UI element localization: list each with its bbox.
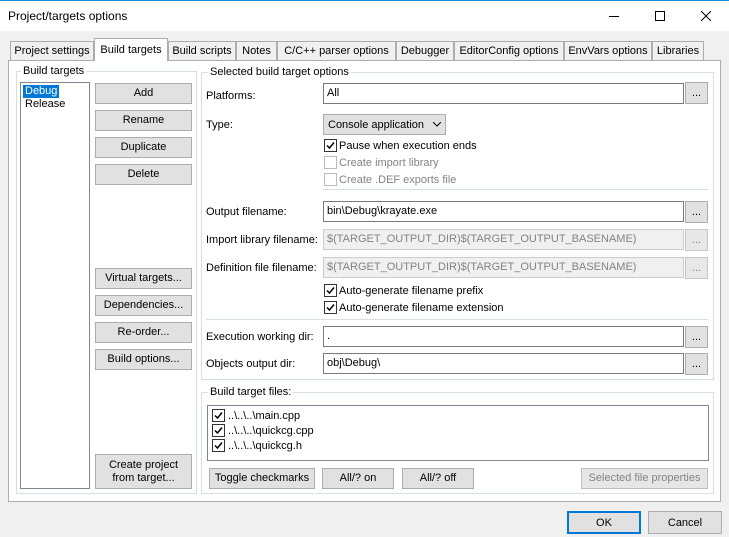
tab-debugger[interactable]: Debugger <box>396 41 454 60</box>
import-library-field[interactable]: $(TARGET_OUTPUT_DIR)$(TARGET_OUTPUT_BASE… <box>323 229 684 250</box>
file-checkbox[interactable] <box>212 439 225 452</box>
build-target-files-list[interactable]: ..\..\..\main.cpp ..\..\..\quickcg.cpp .… <box>207 405 709 461</box>
auto-extension-label: Auto-generate filename extension <box>339 302 504 314</box>
ok-button[interactable]: OK <box>567 511 641 534</box>
checkmark-icon <box>326 287 335 295</box>
definition-file-field[interactable]: $(TARGET_OUTPUT_DIR)$(TARGET_OUTPUT_BASE… <box>323 257 684 278</box>
chevron-down-icon <box>433 122 441 127</box>
delete-target-button[interactable]: Delete <box>95 164 192 185</box>
objects-dir-field[interactable]: obj\Debug\ <box>323 353 684 374</box>
pause-label: Pause when execution ends <box>339 140 477 152</box>
file-checkbox[interactable] <box>212 424 225 437</box>
type-label: Type: <box>206 119 233 131</box>
checkmark-icon <box>326 304 335 312</box>
auto-prefix-checkbox[interactable] <box>324 284 337 297</box>
tab-notes[interactable]: Notes <box>236 41 277 60</box>
auto-prefix-label: Auto-generate filename prefix <box>339 285 484 297</box>
maximize-icon <box>655 10 665 21</box>
file-checkbox[interactable] <box>212 409 225 422</box>
checkmark-icon <box>214 427 223 435</box>
target-options-group-label: Selected build target options <box>208 66 351 78</box>
create-import-library-checkbox[interactable] <box>324 156 337 169</box>
tab-editorconfig-options[interactable]: EditorConfig options <box>454 41 564 60</box>
create-import-library-label: Create import library <box>339 157 439 169</box>
options-divider-2 <box>206 319 708 320</box>
minimize-icon <box>609 15 619 17</box>
import-library-label: Import library filename: <box>206 234 318 246</box>
output-filename-label: Output filename: <box>206 206 287 218</box>
close-icon <box>701 10 711 21</box>
output-filename-field[interactable]: bin\Debug\krayate.exe <box>323 201 684 222</box>
tab-libraries[interactable]: Libraries <box>652 41 704 60</box>
build-targets-list[interactable]: Debug Release <box>20 82 90 489</box>
create-def-checkbox[interactable] <box>324 173 337 186</box>
options-divider <box>323 189 708 190</box>
maximize-button[interactable] <box>637 1 683 30</box>
add-target-button[interactable]: Add <box>95 83 192 104</box>
type-select[interactable]: Console application <box>323 114 446 135</box>
platforms-browse-button[interactable]: ... <box>685 82 708 104</box>
file-item-main-cpp[interactable]: ..\..\..\main.cpp <box>228 410 300 422</box>
duplicate-target-button[interactable]: Duplicate <box>95 137 192 158</box>
close-button[interactable] <box>683 1 729 30</box>
tab-envvars-options[interactable]: EnvVars options <box>564 41 652 60</box>
list-item-release[interactable]: Release <box>23 98 67 111</box>
checkmark-icon <box>214 442 223 450</box>
build-targets-group-label: Build targets <box>21 65 87 77</box>
execution-dir-label: Execution working dir: <box>206 331 314 343</box>
checkmark-icon <box>214 412 223 420</box>
cancel-button[interactable]: Cancel <box>648 511 722 534</box>
objects-dir-browse-button[interactable]: ... <box>685 353 708 375</box>
selected-file-properties-button[interactable]: Selected file properties <box>581 468 708 489</box>
all-off-button[interactable]: All/? off <box>402 468 474 489</box>
tab-build-targets[interactable]: Build targets <box>94 38 168 61</box>
tab-project-settings[interactable]: Project settings <box>10 41 94 60</box>
import-library-browse-button[interactable]: ... <box>685 229 708 251</box>
window-title: Project/targets options <box>8 9 128 23</box>
virtual-targets-button[interactable]: Virtual targets... <box>95 268 192 289</box>
objects-dir-label: Objects output dir: <box>206 358 296 370</box>
list-item-debug[interactable]: Debug <box>23 85 60 98</box>
file-item-quickcg-h[interactable]: ..\..\..\quickcg.h <box>228 440 302 452</box>
platforms-label: Platforms: <box>206 90 256 102</box>
create-def-label: Create .DEF exports file <box>339 174 457 186</box>
definition-file-label: Definition file filename: <box>206 262 317 274</box>
tab-build-scripts[interactable]: Build scripts <box>168 41 236 60</box>
rename-target-button[interactable]: Rename <box>95 110 192 131</box>
dependencies-button[interactable]: Dependencies... <box>95 295 192 316</box>
all-on-button[interactable]: All/? on <box>322 468 394 489</box>
tab-cpp-parser-options[interactable]: C/C++ parser options <box>277 41 396 60</box>
execution-dir-field[interactable]: . <box>323 326 684 347</box>
minimize-button[interactable] <box>591 1 637 30</box>
build-target-files-group-label: Build target files: <box>208 386 294 398</box>
reorder-button[interactable]: Re-order... <box>95 322 192 343</box>
platforms-field[interactable]: All <box>323 83 684 104</box>
checkmark-icon <box>326 142 335 150</box>
file-item-quickcg-cpp[interactable]: ..\..\..\quickcg.cpp <box>228 425 314 437</box>
build-options-button[interactable]: Build options... <box>95 349 192 370</box>
toggle-checkmarks-button[interactable]: Toggle checkmarks <box>209 468 315 489</box>
auto-extension-checkbox[interactable] <box>324 301 337 314</box>
create-project-from-target-button[interactable]: Create project from target... <box>95 454 192 489</box>
execution-dir-browse-button[interactable]: ... <box>685 326 708 348</box>
pause-checkbox[interactable] <box>324 139 337 152</box>
type-select-value: Console application <box>328 118 425 131</box>
definition-file-browse-button[interactable]: ... <box>685 257 708 279</box>
output-filename-browse-button[interactable]: ... <box>685 201 708 223</box>
